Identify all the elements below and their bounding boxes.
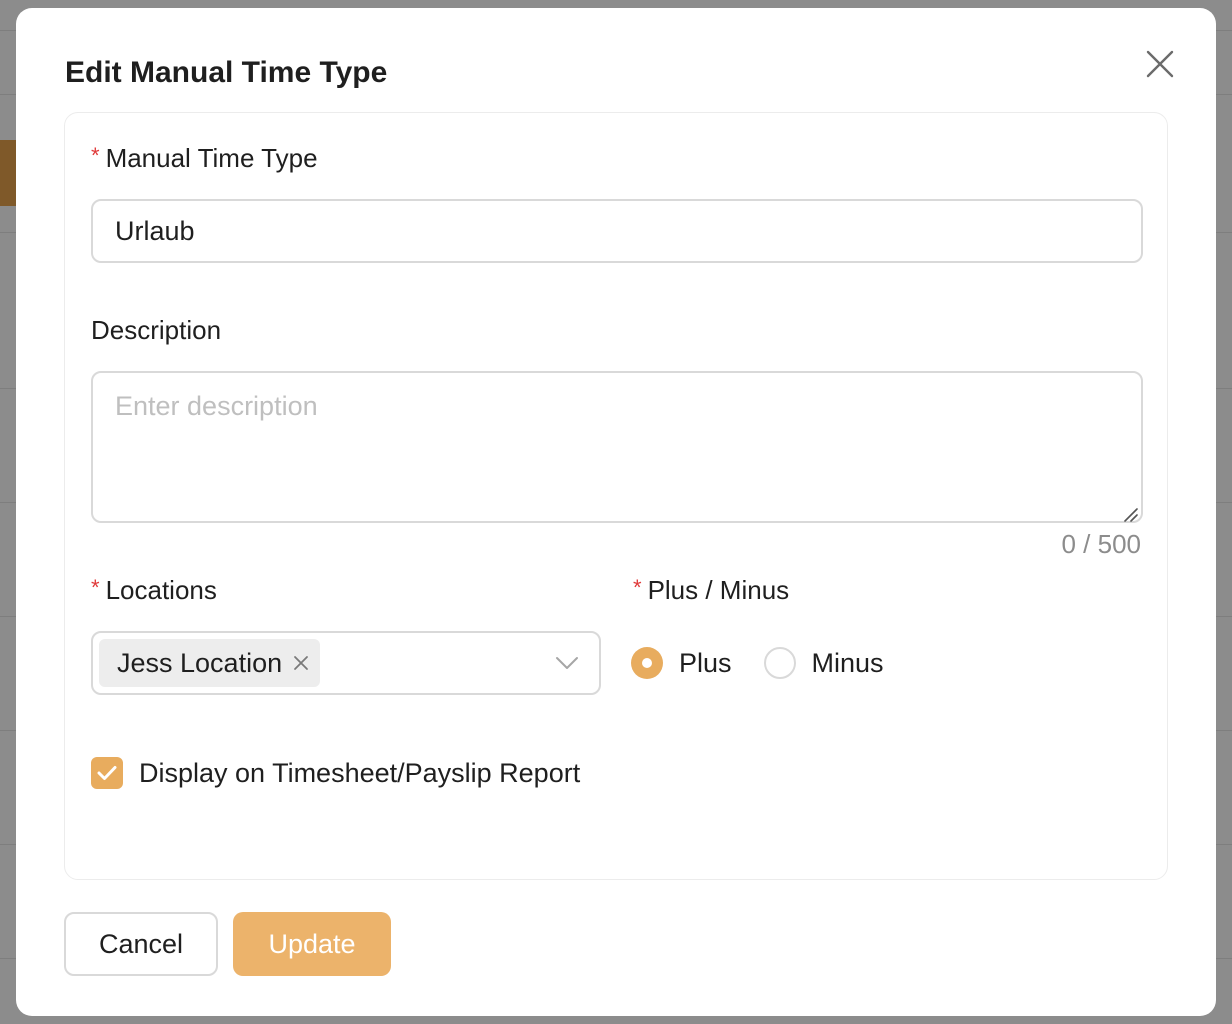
plus-minus-radio-group: Plus Minus [631,643,916,683]
required-mark: * [91,575,100,600]
tag-remove-button[interactable] [292,654,310,672]
required-mark: * [633,575,642,600]
edit-manual-time-type-modal: Edit Manual Time Type * Manual Time Type … [16,8,1216,1016]
location-tag-label: Jess Location [117,647,283,678]
manual-time-type-label: * Manual Time Type [91,143,318,174]
description-char-counter: 0 / 500 [1061,529,1141,559]
radio-option-minus[interactable]: Minus [763,647,884,679]
tag-remove-icon [294,656,309,670]
chevron-down-icon [556,657,578,669]
display-on-report-label: Display on Timesheet/Payslip Report [139,757,581,788]
location-tag: Jess Location [99,639,321,687]
close-button[interactable] [1140,44,1180,84]
cancel-button[interactable]: Cancel [64,912,218,976]
checkmark-icon [97,766,117,780]
plus-minus-label: * Plus / Minus [633,575,789,606]
update-button[interactable]: Update [233,912,391,976]
description-label: Description [91,315,222,345]
locations-label: * Locations [91,575,217,606]
form-card: *Manual Time Type Description 0 / 500 *L… [64,112,1168,880]
radio-plus[interactable] [631,647,663,679]
plus-minus-label-text: Plus / Minus [647,575,790,605]
manual-time-type-label-text: Manual Time Type [105,143,318,173]
display-on-report-checkbox[interactable] [91,757,123,789]
locations-select[interactable]: Jess Location [91,631,601,695]
radio-minus[interactable] [763,647,796,679]
modal-title: Edit Manual Time Type [65,56,388,89]
description-textarea[interactable] [91,371,1143,523]
radio-option-plus[interactable]: Plus [631,647,732,679]
required-mark: * [91,143,100,168]
radio-minus-label: Minus [811,647,884,678]
close-icon [1146,50,1174,78]
display-on-report-checkbox-row[interactable]: Display on Timesheet/Payslip Report [91,757,580,789]
manual-time-type-input[interactable] [91,199,1143,263]
radio-plus-label: Plus [679,647,732,678]
locations-label-text: Locations [105,575,217,605]
resize-grip-icon[interactable] [1121,505,1139,523]
